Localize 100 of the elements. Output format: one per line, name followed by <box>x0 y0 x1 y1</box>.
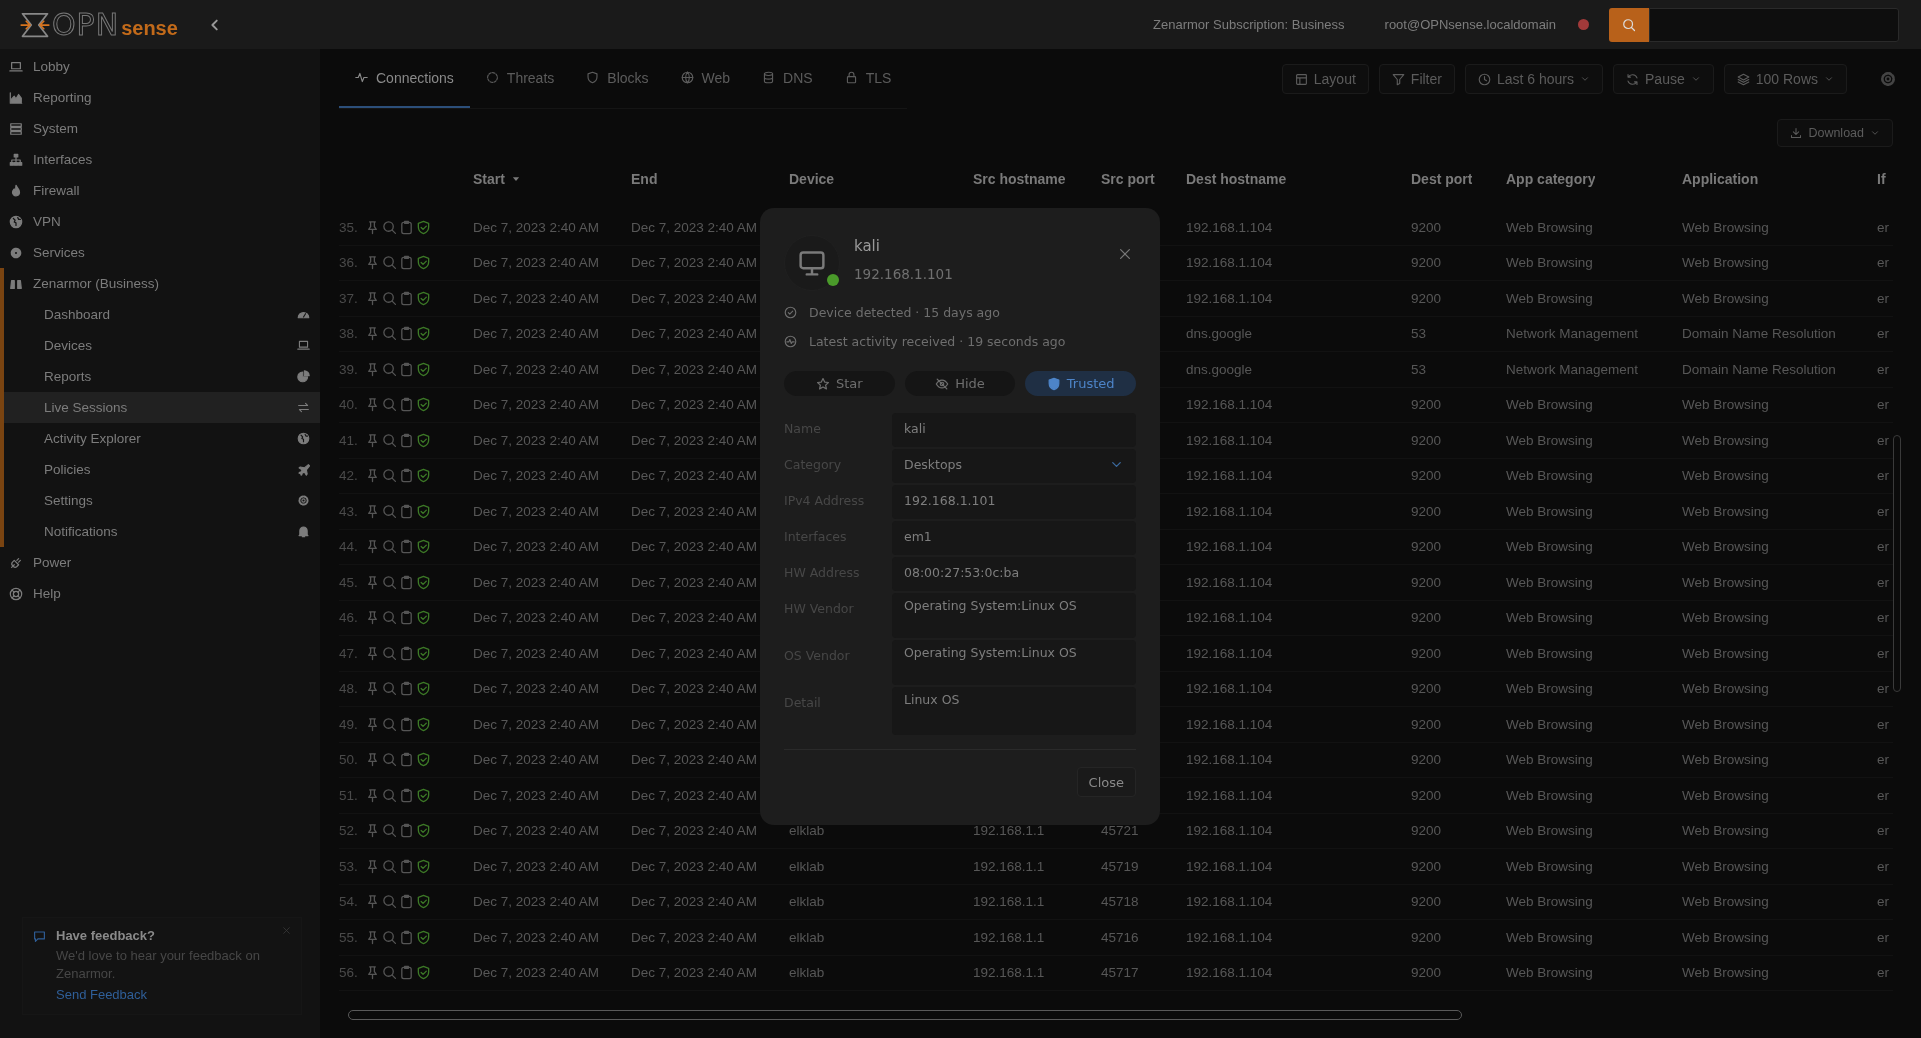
column-header[interactable]: Src port <box>1101 171 1155 187</box>
search-icon[interactable] <box>382 574 397 590</box>
clipboard-icon[interactable] <box>399 681 414 697</box>
close-icon[interactable] <box>1118 247 1132 261</box>
sidebar-subitem[interactable]: Notifications <box>4 516 320 547</box>
search-icon[interactable] <box>382 326 397 342</box>
tab[interactable]: Threats <box>469 49 571 108</box>
shield-check-icon[interactable] <box>416 539 431 555</box>
pin-icon[interactable] <box>365 610 380 626</box>
shield-check-icon[interactable] <box>416 752 431 768</box>
clipboard-icon[interactable] <box>399 787 414 803</box>
sidebar-item[interactable]: Help <box>4 578 320 609</box>
shield-check-icon[interactable] <box>416 965 431 981</box>
shield-check-icon[interactable] <box>416 503 431 519</box>
sidebar-item[interactable]: Firewall <box>4 175 320 206</box>
column-header[interactable]: Start <box>473 171 521 187</box>
sidebar-subitem[interactable]: Live Sessions <box>4 392 320 423</box>
pin-icon[interactable] <box>365 574 380 590</box>
send-feedback-link[interactable]: Send Feedback <box>56 987 148 1002</box>
tab[interactable]: Connections <box>339 49 470 108</box>
sidebar-subitem[interactable]: Settings <box>4 485 320 516</box>
download-button[interactable]: Download <box>1777 119 1893 147</box>
search-icon[interactable] <box>382 965 397 981</box>
clipboard-icon[interactable] <box>399 752 414 768</box>
clipboard-icon[interactable] <box>399 326 414 342</box>
opnsense-logo[interactable]: OPN sense <box>20 7 178 42</box>
text-area[interactable]: Linux OS <box>892 687 1136 735</box>
settings-icon[interactable] <box>1879 70 1897 88</box>
clipboard-icon[interactable] <box>399 965 414 981</box>
sidebar-item[interactable]: Power <box>4 547 320 578</box>
sidebar-subitem[interactable]: Activity Explorer <box>4 423 320 454</box>
shield-check-icon[interactable] <box>416 929 431 945</box>
clipboard-icon[interactable] <box>399 361 414 377</box>
tab[interactable]: Web <box>664 49 747 108</box>
pin-icon[interactable] <box>365 965 380 981</box>
shield-check-icon[interactable] <box>416 681 431 697</box>
tab[interactable]: DNS <box>746 49 829 108</box>
toggle-button[interactable]: Trusted <box>1025 371 1136 396</box>
tab[interactable]: Blocks <box>570 49 665 108</box>
clipboard-icon[interactable] <box>399 503 414 519</box>
pin-icon[interactable] <box>365 894 380 910</box>
clipboard-icon[interactable] <box>399 290 414 306</box>
text-area[interactable]: Operating System:Linux OS <box>892 593 1136 638</box>
sidebar-subitem[interactable]: Policies <box>4 454 320 485</box>
search-icon[interactable] <box>382 858 397 874</box>
sidebar-subitem[interactable]: Dashboard <box>4 299 320 330</box>
toolbar-button[interactable]: Filter <box>1378 64 1455 94</box>
search-icon[interactable] <box>382 432 397 448</box>
search-icon[interactable] <box>382 397 397 413</box>
column-header[interactable]: End <box>631 171 658 187</box>
clipboard-icon[interactable] <box>399 219 414 235</box>
pin-icon[interactable] <box>365 397 380 413</box>
clipboard-icon[interactable] <box>399 574 414 590</box>
pin-icon[interactable] <box>365 645 380 661</box>
shield-check-icon[interactable] <box>416 468 431 484</box>
dropdown-button[interactable]: Pause <box>1613 64 1714 94</box>
clipboard-icon[interactable] <box>399 894 414 910</box>
search-icon[interactable] <box>382 645 397 661</box>
column-header[interactable]: Dest port <box>1411 171 1473 187</box>
search-icon[interactable] <box>382 468 397 484</box>
shield-check-icon[interactable] <box>416 432 431 448</box>
search-icon[interactable] <box>382 681 397 697</box>
shield-check-icon[interactable] <box>416 716 431 732</box>
pin-icon[interactable] <box>365 326 380 342</box>
input-field[interactable]: 192.168.1.101 <box>892 485 1136 519</box>
column-header[interactable]: Device <box>789 171 835 187</box>
category-select[interactable]: Desktops <box>892 449 1136 483</box>
clipboard-icon[interactable] <box>399 645 414 661</box>
tab[interactable]: TLS <box>828 49 908 108</box>
user-link[interactable]: root@OPNsense.localdomain <box>1384 17 1556 32</box>
column-header[interactable]: Src hostname <box>973 171 1066 187</box>
input-field[interactable]: em1 <box>892 521 1136 555</box>
input-field[interactable]: kali <box>892 413 1136 447</box>
clipboard-icon[interactable] <box>399 858 414 874</box>
column-header[interactable]: If <box>1877 171 1886 187</box>
clipboard-icon[interactable] <box>399 397 414 413</box>
shield-check-icon[interactable] <box>416 645 431 661</box>
shield-check-icon[interactable] <box>416 787 431 803</box>
shield-check-icon[interactable] <box>416 361 431 377</box>
sidebar-item[interactable]: System <box>4 113 320 144</box>
sidebar-subitem[interactable]: Reports <box>4 361 320 392</box>
shield-check-icon[interactable] <box>416 290 431 306</box>
pin-icon[interactable] <box>365 361 380 377</box>
shield-check-icon[interactable] <box>416 397 431 413</box>
pin-icon[interactable] <box>365 752 380 768</box>
pin-icon[interactable] <box>365 929 380 945</box>
pin-icon[interactable] <box>365 823 380 839</box>
search-icon[interactable] <box>382 539 397 555</box>
sidebar-item[interactable]: VPN <box>4 206 320 237</box>
pin-icon[interactable] <box>365 539 380 555</box>
shield-check-icon[interactable] <box>416 823 431 839</box>
clipboard-icon[interactable] <box>399 716 414 732</box>
dropdown-button[interactable]: 100 Rows <box>1723 64 1847 94</box>
clipboard-icon[interactable] <box>399 539 414 555</box>
search-icon[interactable] <box>382 787 397 803</box>
clipboard-icon[interactable] <box>399 823 414 839</box>
pin-icon[interactable] <box>365 255 380 271</box>
shield-check-icon[interactable] <box>416 326 431 342</box>
search-icon[interactable] <box>382 361 397 377</box>
input-field[interactable]: 08:00:27:53:0c:ba <box>892 557 1136 591</box>
